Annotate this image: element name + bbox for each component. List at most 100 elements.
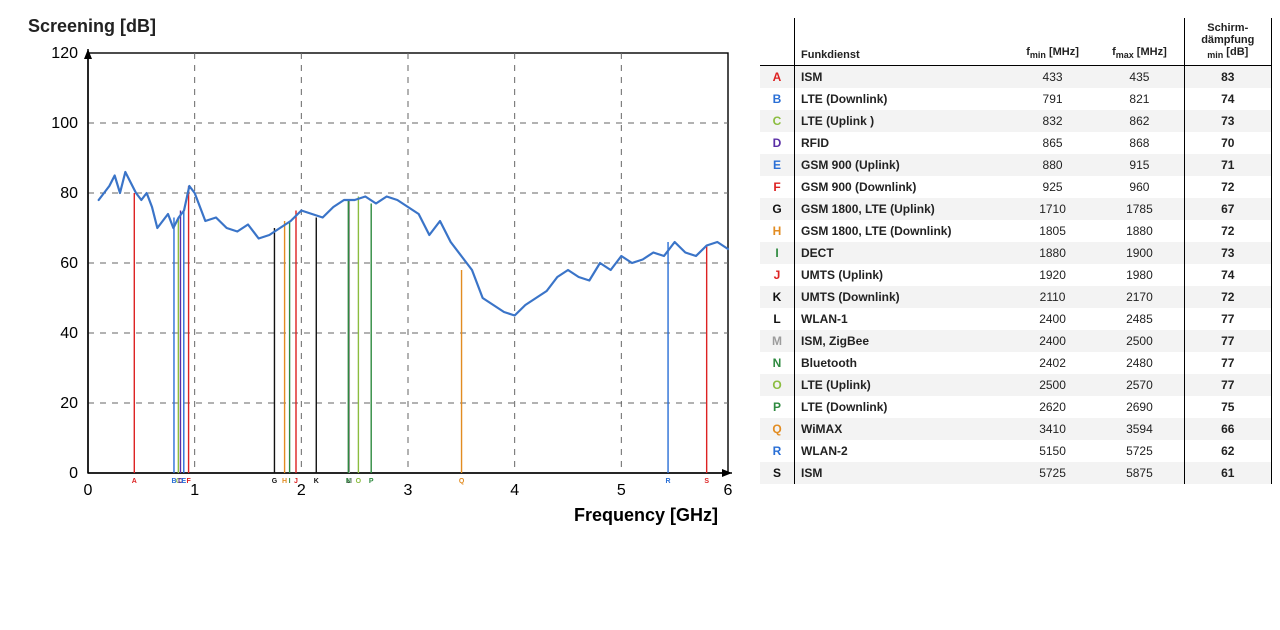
- row-letter: G: [760, 198, 795, 220]
- row-name: RFID: [795, 132, 1010, 154]
- row-fmax: 960: [1095, 176, 1184, 198]
- svg-text:G: G: [272, 478, 278, 485]
- svg-text:1: 1: [190, 482, 199, 499]
- radio-services-table: Funkdienst fmin [MHz] fmax [MHz] Schirm-…: [760, 18, 1272, 484]
- row-att: 71: [1184, 154, 1271, 176]
- svg-text:R: R: [666, 478, 671, 485]
- row-name: LTE (Uplink): [795, 374, 1010, 396]
- row-fmin: 1880: [1010, 242, 1095, 264]
- row-att: 77: [1184, 352, 1271, 374]
- row-name: ISM, ZigBee: [795, 330, 1010, 352]
- row-letter: L: [760, 308, 795, 330]
- row-fmin: 1805: [1010, 220, 1095, 242]
- svg-text:20: 20: [60, 395, 78, 412]
- row-fmax: 915: [1095, 154, 1184, 176]
- row-fmin: 2400: [1010, 330, 1095, 352]
- svg-text:5: 5: [617, 482, 626, 499]
- row-letter: A: [760, 66, 795, 89]
- row-fmax: 2480: [1095, 352, 1184, 374]
- row-name: UMTS (Downlink): [795, 286, 1010, 308]
- row-letter: K: [760, 286, 795, 308]
- row-name: GSM 1800, LTE (Uplink): [795, 198, 1010, 220]
- table-panel: Funkdienst fmin [MHz] fmax [MHz] Schirm-…: [760, 0, 1280, 630]
- table-row: EGSM 900 (Uplink)88091571: [760, 154, 1272, 176]
- row-fmin: 880: [1010, 154, 1095, 176]
- row-fmin: 2402: [1010, 352, 1095, 374]
- row-name: DECT: [795, 242, 1010, 264]
- row-name: WLAN-1: [795, 308, 1010, 330]
- row-fmax: 2570: [1095, 374, 1184, 396]
- row-att: 75: [1184, 396, 1271, 418]
- row-fmax: 2690: [1095, 396, 1184, 418]
- row-fmax: 5725: [1095, 440, 1184, 462]
- row-att: 70: [1184, 132, 1271, 154]
- row-name: Bluetooth: [795, 352, 1010, 374]
- row-att: 66: [1184, 418, 1271, 440]
- row-letter: O: [760, 374, 795, 396]
- row-fmax: 5875: [1095, 462, 1184, 484]
- table-row: LWLAN-12400248577: [760, 308, 1272, 330]
- row-fmin: 2620: [1010, 396, 1095, 418]
- row-letter: E: [760, 154, 795, 176]
- row-fmin: 2400: [1010, 308, 1095, 330]
- table-row: MISM, ZigBee2400250077: [760, 330, 1272, 352]
- row-letter: M: [760, 330, 795, 352]
- row-fmax: 1785: [1095, 198, 1184, 220]
- row-letter: C: [760, 110, 795, 132]
- svg-text:100: 100: [51, 115, 78, 132]
- table-row: GGSM 1800, LTE (Uplink)1710178567: [760, 198, 1272, 220]
- row-fmin: 791: [1010, 88, 1095, 110]
- row-letter: H: [760, 220, 795, 242]
- row-letter: J: [760, 264, 795, 286]
- row-fmin: 5725: [1010, 462, 1095, 484]
- row-att: 72: [1184, 220, 1271, 242]
- table-row: DRFID86586870: [760, 132, 1272, 154]
- row-fmin: 832: [1010, 110, 1095, 132]
- row-letter: F: [760, 176, 795, 198]
- table-row: CLTE (Uplink )83286273: [760, 110, 1272, 132]
- row-name: WLAN-2: [795, 440, 1010, 462]
- svg-text:S: S: [704, 478, 709, 485]
- row-letter: P: [760, 396, 795, 418]
- row-fmax: 2170: [1095, 286, 1184, 308]
- row-att: 77: [1184, 308, 1271, 330]
- row-att: 74: [1184, 88, 1271, 110]
- row-att: 77: [1184, 330, 1271, 352]
- table-row: RWLAN-25150572562: [760, 440, 1272, 462]
- row-letter: B: [760, 88, 795, 110]
- row-fmax: 1980: [1095, 264, 1184, 286]
- row-fmax: 435: [1095, 66, 1184, 89]
- svg-text:Frequency [GHz]: Frequency [GHz]: [574, 505, 718, 525]
- row-fmax: 1900: [1095, 242, 1184, 264]
- row-fmin: 1920: [1010, 264, 1095, 286]
- th-letter: [760, 18, 795, 66]
- svg-text:I: I: [289, 478, 291, 485]
- svg-text:3: 3: [404, 482, 413, 499]
- table-row: FGSM 900 (Downlink)92596072: [760, 176, 1272, 198]
- row-fmin: 1710: [1010, 198, 1095, 220]
- row-name: GSM 900 (Uplink): [795, 154, 1010, 176]
- svg-text:N: N: [346, 478, 351, 485]
- th-fmax: fmax [MHz]: [1095, 18, 1184, 66]
- row-fmax: 2485: [1095, 308, 1184, 330]
- row-att: 74: [1184, 264, 1271, 286]
- svg-text:40: 40: [60, 325, 78, 342]
- row-name: LTE (Downlink): [795, 396, 1010, 418]
- row-fmax: 862: [1095, 110, 1184, 132]
- row-letter: Q: [760, 418, 795, 440]
- row-att: 67: [1184, 198, 1271, 220]
- row-name: UMTS (Uplink): [795, 264, 1010, 286]
- row-fmax: 2500: [1095, 330, 1184, 352]
- row-att: 72: [1184, 286, 1271, 308]
- row-name: LTE (Downlink): [795, 88, 1010, 110]
- table-row: SISM5725587561: [760, 462, 1272, 484]
- row-att: 83: [1184, 66, 1271, 89]
- table-row: KUMTS (Downlink)2110217072: [760, 286, 1272, 308]
- row-fmin: 865: [1010, 132, 1095, 154]
- svg-text:6: 6: [724, 482, 733, 499]
- table-row: JUMTS (Uplink)1920198074: [760, 264, 1272, 286]
- table-row: NBluetooth2402248077: [760, 352, 1272, 374]
- row-fmin: 5150: [1010, 440, 1095, 462]
- page: Screening [dB] 0123456020406080100120Fre…: [0, 0, 1280, 630]
- table-row: HGSM 1800, LTE (Downlink)1805188072: [760, 220, 1272, 242]
